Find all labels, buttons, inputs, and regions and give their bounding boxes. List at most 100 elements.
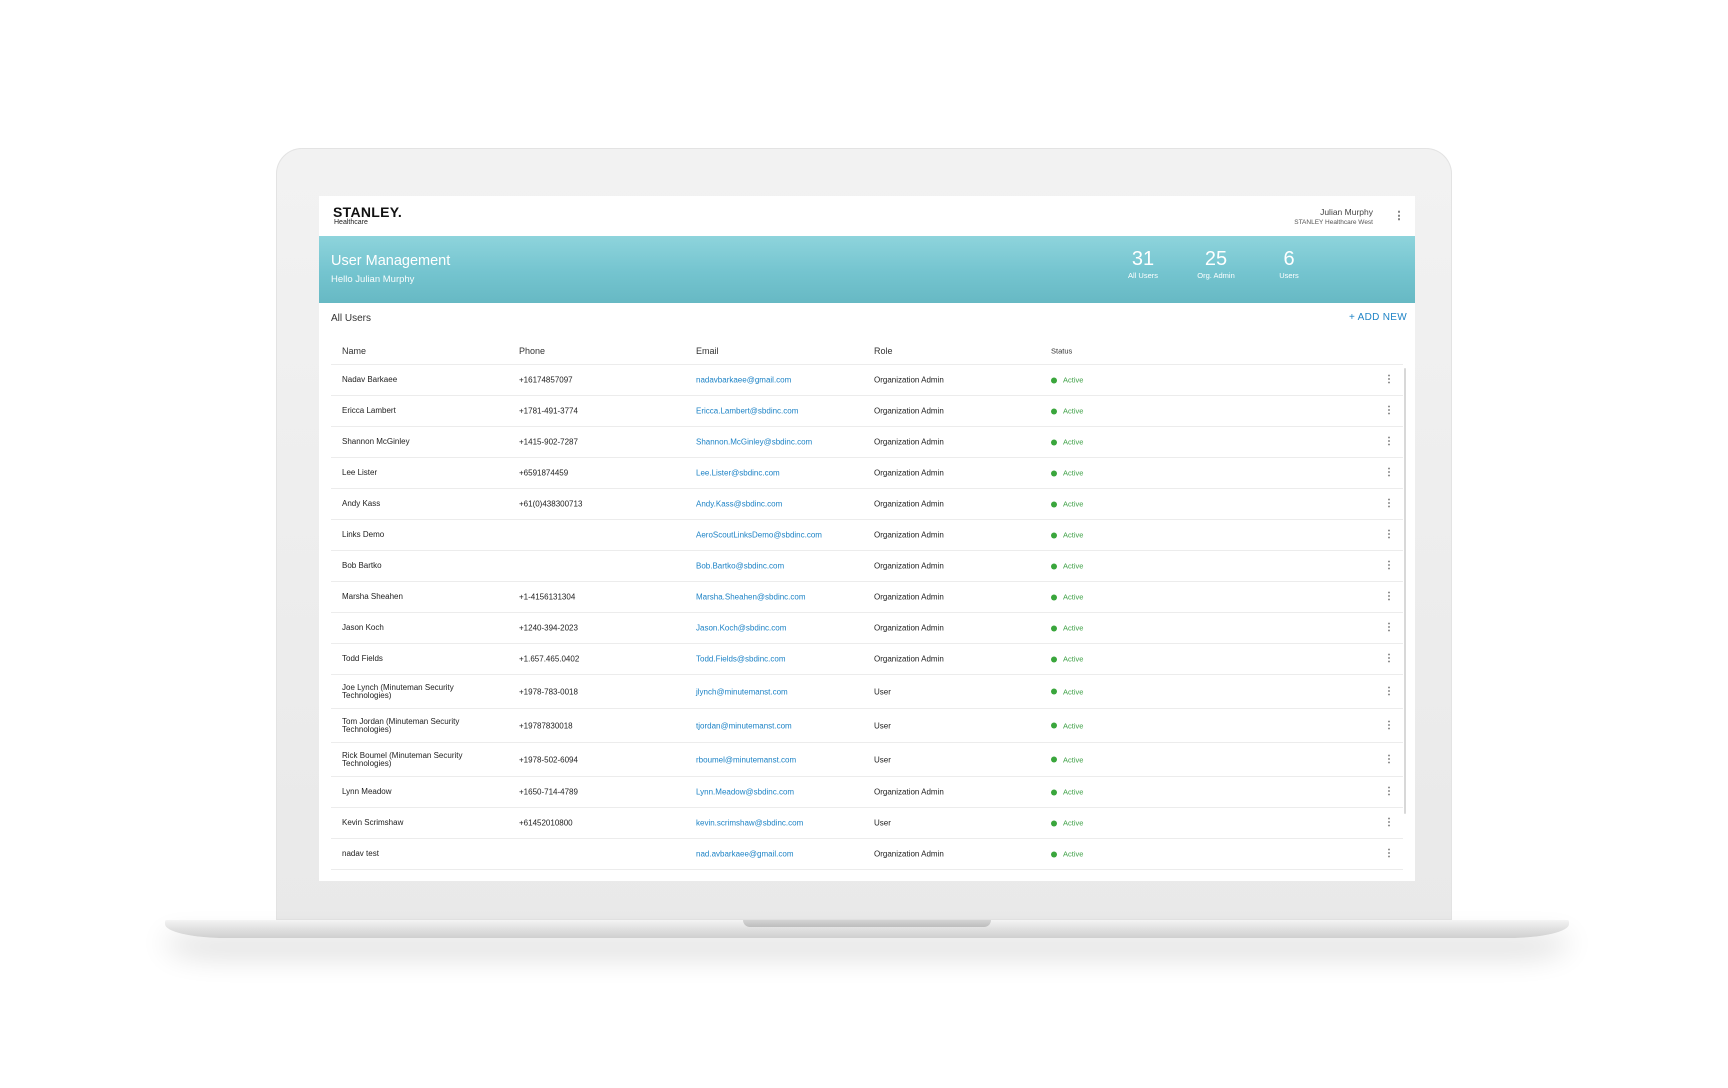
- more-vert-icon[interactable]: ⋮: [1383, 719, 1395, 733]
- list-header: All Users + ADD NEW: [319, 303, 1415, 335]
- user-email-link[interactable]: Andy.Kass@sbdinc.com: [696, 500, 782, 509]
- table-row[interactable]: Joe Lynch (Minuteman Security Technologi…: [331, 675, 1403, 709]
- scrollbar[interactable]: [1404, 368, 1406, 814]
- status-dot-icon: [1051, 625, 1057, 631]
- more-vert-icon[interactable]: ⋮: [1383, 685, 1395, 699]
- table-row[interactable]: Lynn Meadow +1650-714-4789 Lynn.Meadow@sbd…: [331, 777, 1403, 808]
- user-email-link[interactable]: Bob.Bartko@sbdinc.com: [696, 562, 784, 571]
- table-row[interactable]: nadav test nad.avbarkaee@gmail.com Organiz…: [331, 839, 1403, 870]
- table-row[interactable]: Andy Kass +61(0)438300713 Andy.Kass@sbdinc…: [331, 489, 1403, 520]
- table-row[interactable]: Rick Boumel (Minuteman Security Technolo…: [331, 743, 1403, 777]
- user-email-link[interactable]: Shannon.McGinley@sbdinc.com: [696, 438, 812, 447]
- table-row[interactable]: Bob Bartko Bob.Bartko@sbdinc.com Organizat…: [331, 551, 1403, 582]
- status-dot-icon: [1051, 688, 1057, 695]
- user-name: Jason Koch: [342, 623, 384, 632]
- more-vert-icon[interactable]: ⋮: [1383, 404, 1395, 418]
- more-vert-icon[interactable]: ⋮: [1383, 785, 1395, 799]
- status-badge: Active: [1051, 655, 1083, 664]
- status-dot-icon: [1051, 756, 1057, 763]
- user-phone: +19787830018: [519, 721, 573, 730]
- status-dot-icon: [1051, 532, 1057, 538]
- table-row[interactable]: Jason Koch +1240-394-2023 Jason.Koch@sbdin…: [331, 613, 1403, 644]
- more-vert-icon[interactable]: ⋮: [1383, 652, 1395, 666]
- status-label: Active: [1063, 592, 1084, 602]
- column-header-email[interactable]: Email: [696, 346, 719, 356]
- more-vert-icon[interactable]: ⋮: [1383, 373, 1395, 387]
- user-email-link[interactable]: kevin.scrimshaw@sbdinc.com: [696, 819, 803, 828]
- current-user[interactable]: Julian Murphy STANLEY Healthcare West: [1294, 207, 1373, 228]
- user-email-link[interactable]: AeroScoutLinksDemo@sbdinc.com: [696, 531, 822, 540]
- more-vert-icon[interactable]: ⋮: [1383, 559, 1395, 573]
- user-email-link[interactable]: Todd.Fields@sbdinc.com: [696, 655, 786, 664]
- status-dot-icon: [1051, 501, 1057, 507]
- table-row[interactable]: Links Demo AeroScoutLinksDemo@sbdinc.com O…: [331, 520, 1403, 551]
- table-row[interactable]: Shannon McGinley +1415-902-7287 Shannon.Mc…: [331, 427, 1403, 458]
- table-row[interactable]: Kevin Scrimshaw +61452010800 kevin.scrimsh…: [331, 808, 1403, 839]
- user-role: Organization Admin: [874, 406, 944, 416]
- status-badge: Active: [1051, 531, 1083, 540]
- status-badge: Active: [1051, 438, 1083, 447]
- more-vert-icon[interactable]: ⋮: [1383, 528, 1395, 542]
- more-vert-icon[interactable]: ⋮: [1383, 466, 1395, 480]
- user-email-link[interactable]: Ericca.Lambert@sbdinc.com: [696, 407, 798, 416]
- user-phone: +61(0)438300713: [519, 499, 583, 509]
- more-vert-icon[interactable]: ⋮: [1383, 590, 1395, 604]
- user-role: Organization Admin: [874, 530, 944, 540]
- user-phone: +1978-502-6094: [519, 755, 578, 764]
- column-header-name[interactable]: Name: [342, 347, 472, 356]
- status-badge: Active: [1051, 624, 1083, 633]
- column-header-status[interactable]: Status: [1051, 347, 1072, 356]
- user-email-link[interactable]: Lynn.Meadow@sbdinc.com: [696, 788, 794, 797]
- user-role: Organization Admin: [874, 437, 944, 447]
- more-vert-icon[interactable]: ⋮: [1383, 753, 1395, 767]
- table-row[interactable]: Nadav Barkaee +16174857097 nadavbarkaee@gm…: [331, 365, 1403, 396]
- stat-value: 6: [1283, 248, 1295, 270]
- table-header: Name Phone Email Role Status: [331, 338, 1403, 365]
- user-email-link[interactable]: rboumel@minutemanst.com: [696, 755, 796, 764]
- status-label: Active: [1063, 687, 1084, 696]
- more-vert-icon[interactable]: ⋮: [1383, 816, 1395, 830]
- more-vert-icon[interactable]: ⋮: [1393, 209, 1405, 223]
- status-badge: Active: [1051, 469, 1083, 478]
- user-name: Joe Lynch (Minuteman Security Technologi…: [342, 682, 454, 700]
- user-role: Organization Admin: [874, 561, 944, 571]
- more-vert-icon[interactable]: ⋮: [1383, 847, 1395, 861]
- status-badge: Active: [1051, 407, 1083, 416]
- user-phone: +61452010800: [519, 818, 573, 828]
- user-name: Todd Fields: [342, 654, 383, 663]
- add-new-button[interactable]: + ADD NEW: [1349, 312, 1407, 323]
- status-dot-icon: [1051, 377, 1057, 383]
- stanley-healthcare-logo[interactable]: STANLEY. Healthcare: [333, 205, 402, 227]
- user-email-link[interactable]: Jason.Koch@sbdinc.com: [696, 624, 786, 633]
- user-phone: +1240-394-2023: [519, 623, 578, 633]
- status-label: Active: [1063, 437, 1084, 447]
- user-name: Rick Boumel (Minuteman Security Technolo…: [342, 750, 463, 768]
- table-row[interactable]: Ericca Lambert +1781-491-3774 Ericca.Lambe…: [331, 396, 1403, 427]
- user-email-link[interactable]: nad.avbarkaee@gmail.com: [696, 850, 794, 859]
- user-email-link[interactable]: nadavbarkaee@gmail.com: [696, 376, 791, 385]
- user-email-link[interactable]: jlynch@minutemanst.com: [696, 687, 788, 696]
- table-row[interactable]: Tom Jordan (Minuteman Security Technolog…: [331, 709, 1403, 743]
- user-email-link[interactable]: tjordan@minutemanst.com: [696, 721, 792, 730]
- user-email-link[interactable]: Marsha.Sheahen@sbdinc.com: [696, 593, 806, 602]
- user-phone: +1650-714-4789: [519, 787, 578, 797]
- user-phone: +1.657.465.0402: [519, 654, 580, 664]
- more-vert-icon[interactable]: ⋮: [1383, 435, 1395, 449]
- more-vert-icon[interactable]: ⋮: [1383, 497, 1395, 511]
- status-badge: Active: [1051, 376, 1083, 385]
- user-name: Lynn Meadow: [342, 787, 392, 796]
- stat-org-admin: 25 Org. Admin: [1186, 248, 1246, 281]
- column-header-phone[interactable]: Phone: [519, 346, 545, 356]
- user-email-link[interactable]: Lee.Lister@sbdinc.com: [696, 469, 780, 478]
- greeting: Hello Julian Murphy: [331, 274, 415, 285]
- status-dot-icon: [1051, 820, 1057, 826]
- user-name: nadav test: [342, 849, 379, 858]
- table-row[interactable]: Lee Lister +6591874459 Lee.Lister@sbdinc.c…: [331, 458, 1403, 489]
- stat-label: Org. Admin: [1197, 271, 1235, 280]
- more-vert-icon[interactable]: ⋮: [1383, 621, 1395, 635]
- column-header-role[interactable]: Role: [874, 346, 893, 356]
- status-label: Active: [1063, 721, 1084, 730]
- table-row[interactable]: Todd Fields +1.657.465.0402 Todd.Fields@sb…: [331, 644, 1403, 675]
- table-row[interactable]: Marsha Sheahen +1-4156131304 Marsha.Sheahe…: [331, 582, 1403, 613]
- stat-users: 6 Users: [1259, 248, 1319, 281]
